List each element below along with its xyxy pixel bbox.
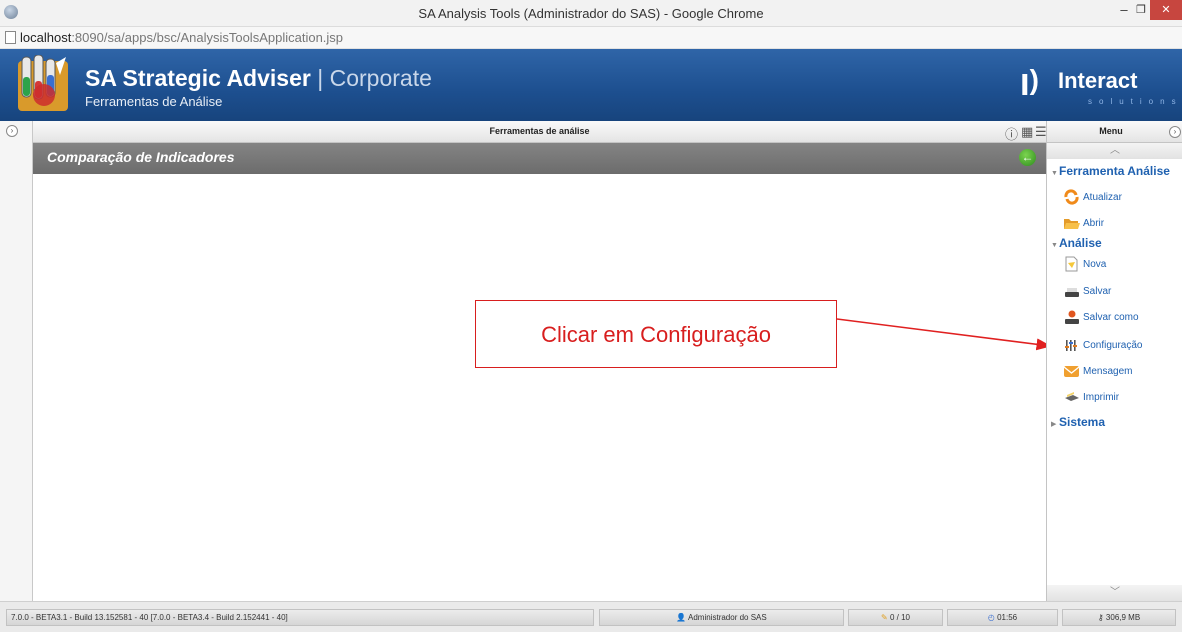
clock-icon: ◴ [987, 613, 995, 622]
app-header: SA Strategic Adviser | Corporate Ferrame… [0, 49, 1182, 121]
list-view-icon[interactable]: ☰ [1035, 124, 1047, 140]
section-label: Sistema [1059, 415, 1106, 429]
section-ferramenta-analise[interactable]: ▼Ferramenta Análise [1051, 164, 1170, 178]
menu-item-label: Abrir [1083, 218, 1105, 229]
status-counter-label: 0 / 10 [889, 613, 910, 622]
status-bar: 7.0.0 - BETA3.1 - Build 13.152581 - 40 [… [0, 601, 1182, 632]
brand-icon: ꞁ) [1020, 64, 1039, 95]
url-path: :8090/sa/apps/bsc/AnalysisToolsApplicati… [71, 30, 344, 45]
expanded-triangle-icon: ▼ [1051, 242, 1058, 249]
open-folder-icon [1064, 219, 1080, 229]
tab-title: Ferramentas de análise [489, 126, 590, 136]
right-menu-panel: Menu › ︿ ▼Ferramenta Análise Atualizar A… [1046, 121, 1182, 601]
collapsed-triangle-icon: ▶ [1051, 421, 1057, 428]
menu-item-label: Salvar como [1083, 312, 1139, 323]
content-area [33, 174, 1046, 601]
interact-brand-logo: ꞁ) Interact solutions [1020, 63, 1182, 106]
page-icon [5, 31, 16, 44]
pencil-icon: ✎ [881, 613, 888, 622]
tab-strip: Ferramentas de análise ⓘ ▦ ☰ [33, 121, 1047, 143]
minimize-button[interactable]: – [1117, 3, 1131, 17]
menu-item-label: Imprimir [1083, 392, 1120, 403]
app-title-bold: SA Strategic Adviser [85, 65, 311, 91]
annotation-text: Clicar em Configuração [541, 322, 771, 347]
status-counter: ✎ 0 / 10 [848, 609, 943, 626]
info-icon[interactable]: ⓘ [1005, 124, 1018, 143]
section-analise[interactable]: ▼Análise [1051, 236, 1102, 250]
url-host: localhost [20, 30, 72, 45]
menu-item-label: Salvar [1083, 286, 1112, 297]
expanded-triangle-icon: ▼ [1051, 170, 1058, 177]
save-icon [1065, 288, 1079, 297]
message-icon [1063, 366, 1080, 377]
menu-item-label: Mensagem [1083, 366, 1133, 377]
collapse-menu-icon[interactable]: › [1169, 126, 1181, 138]
menu-item-label: Atualizar [1083, 192, 1122, 203]
app-subtitle: Ferramentas de Análise [85, 94, 223, 109]
menu-scroll-down-icon[interactable]: ﹀ [1047, 585, 1182, 601]
status-memory: ⚷ 306,9 MB [1062, 609, 1176, 626]
app-title-light: Corporate [329, 65, 432, 91]
window-title: SA Analysis Tools (Administrador do SAS)… [418, 6, 764, 21]
close-button[interactable]: ✕ [1150, 0, 1182, 20]
menu-header: Menu › [1047, 121, 1182, 143]
app-title-sep: | [310, 65, 330, 91]
left-collapse-strip: › [0, 121, 33, 601]
panel-title: Comparação de Indicadores [47, 149, 235, 165]
menu-item-label: Configuração [1083, 340, 1143, 351]
expand-left-panel-icon[interactable]: › [6, 125, 18, 137]
section-sistema[interactable]: ▶ Sistema [1051, 415, 1105, 429]
annotation-callout: Clicar em Configuração [475, 300, 837, 368]
menu-title: Menu [1099, 126, 1123, 136]
menu-item-label: Nova [1083, 259, 1107, 270]
address-bar[interactable]: localhost:8090/sa/apps/bsc/AnalysisTools… [0, 27, 1182, 49]
save-as-icon [1065, 310, 1079, 324]
app-title: SA Strategic Adviser | Corporate [85, 65, 432, 92]
settings-sliders-icon [1065, 340, 1077, 351]
menu-scroll-up-icon[interactable]: ︿ [1047, 143, 1182, 159]
url-text[interactable]: localhost:8090/sa/apps/bsc/AnalysisTools… [20, 30, 343, 45]
status-memory-label: 306,9 MB [1105, 613, 1141, 622]
status-time: ◴ 01:56 [947, 609, 1058, 626]
back-arrow-icon[interactable]: ← [1019, 149, 1036, 166]
refresh-icon [1064, 189, 1079, 205]
status-time-label: 01:56 [997, 613, 1018, 622]
status-user: 👤 Administrador do SAS [599, 609, 844, 626]
browser-title-bar: SA Analysis Tools (Administrador do SAS)… [0, 0, 1182, 27]
grid-view-icon[interactable]: ▦ [1021, 124, 1033, 140]
section-label: Análise [1059, 236, 1102, 250]
maximize-button[interactable]: ❐ [1135, 4, 1147, 16]
status-user-label: Administrador do SAS [688, 613, 767, 622]
brand-sub: solutions [1088, 97, 1182, 106]
panel-header: Comparação de Indicadores ← [33, 143, 1046, 174]
user-icon: 👤 [676, 613, 687, 622]
status-version: 7.0.0 - BETA3.1 - Build 13.152581 - 40 [… [6, 609, 594, 626]
new-document-icon [1065, 256, 1078, 272]
app-logo-icon [18, 55, 68, 111]
section-label: Ferramenta Análise [1059, 164, 1170, 178]
brand-name: Interact [1058, 68, 1138, 93]
print-icon [1065, 392, 1079, 401]
memory-icon: ⚷ [1097, 613, 1104, 622]
